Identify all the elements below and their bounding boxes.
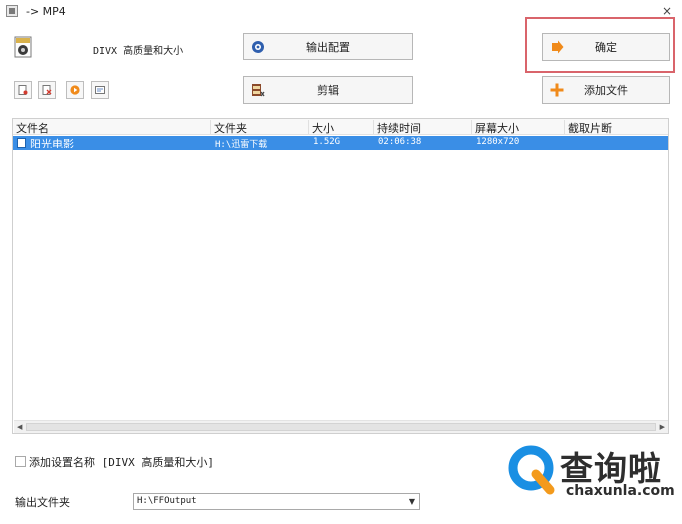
cell-size: 1.52G: [313, 137, 341, 147]
scroll-left-icon[interactable]: ◀: [17, 423, 22, 431]
cell-resolution: 1280x720: [476, 137, 520, 147]
cell-folder: H:\迅雷下载: [215, 140, 268, 149]
add-file-label: 添加文件: [584, 84, 628, 97]
column-header-folder[interactable]: 文件夹: [211, 120, 309, 134]
confirm-label: 确定: [595, 41, 617, 54]
add-setting-name-label: 添加设置名称 [DIVX 高质量和大小]: [29, 456, 214, 469]
play-button[interactable]: [66, 81, 84, 99]
edit-button[interactable]: 剪辑: [243, 76, 413, 104]
output-folder-value: H:\FFOutput: [137, 496, 197, 506]
file-list-table[interactable]: 文件名 文件夹 大小 持续时间 屏幕大小 截取片断 阳光电影 H:\迅雷下载 1…: [12, 118, 669, 434]
column-header-name[interactable]: 文件名: [13, 120, 211, 134]
column-header-resolution[interactable]: 屏幕大小: [472, 120, 565, 134]
file-info-icon: [95, 86, 105, 94]
table-row[interactable]: 阳光电影 H:\迅雷下载 1.52G 02:06:38 1280x720: [13, 136, 668, 150]
table-header: 文件名 文件夹 大小 持续时间 屏幕大小 截取片断: [13, 119, 668, 135]
add-file-button[interactable]: 添加文件: [542, 76, 670, 104]
watermark-text-en: chaxunla.com: [566, 483, 675, 499]
play-icon: [70, 85, 80, 95]
output-config-label: 输出配置: [306, 40, 350, 54]
cell-name: 阳光电影: [30, 138, 74, 148]
file-info-button[interactable]: [91, 81, 109, 99]
edit-label: 剪辑: [317, 84, 339, 97]
output-folder-label: 输出文件夹: [15, 496, 70, 509]
confirm-button[interactable]: 确定: [542, 33, 670, 61]
cell-duration: 02:06:38: [378, 137, 422, 147]
watermark: 查询啦 chaxunla.com: [502, 438, 680, 518]
add-setting-name-checkbox[interactable]: [15, 456, 26, 467]
output-config-button[interactable]: 输出配置: [243, 33, 413, 60]
close-icon[interactable]: ×: [662, 4, 672, 18]
scrollbar-thumb[interactable]: [26, 423, 656, 431]
app-icon: [6, 5, 18, 17]
column-header-clip[interactable]: 截取片断: [565, 120, 668, 134]
file-options-button[interactable]: [14, 81, 32, 99]
column-header-size[interactable]: 大小: [309, 120, 374, 134]
remove-file-icon: [42, 85, 52, 95]
remove-file-button[interactable]: [38, 81, 56, 99]
horizontal-scrollbar[interactable]: ◀ ▶: [14, 420, 668, 433]
output-folder-select[interactable]: H:\FFOutput ▼: [133, 493, 420, 510]
mp4-file-icon: [14, 36, 32, 58]
cell-clip: [569, 137, 667, 149]
file-options-icon: [18, 85, 28, 95]
window-title: -> MP4: [26, 5, 66, 18]
video-file-icon: [17, 138, 26, 148]
column-header-duration[interactable]: 持续时间: [374, 120, 472, 134]
chevron-down-icon: ▼: [408, 497, 415, 506]
scroll-right-icon[interactable]: ▶: [660, 423, 665, 431]
watermark-logo-icon: [508, 445, 555, 495]
profile-label: DIVX 高质量和大小: [93, 46, 184, 57]
